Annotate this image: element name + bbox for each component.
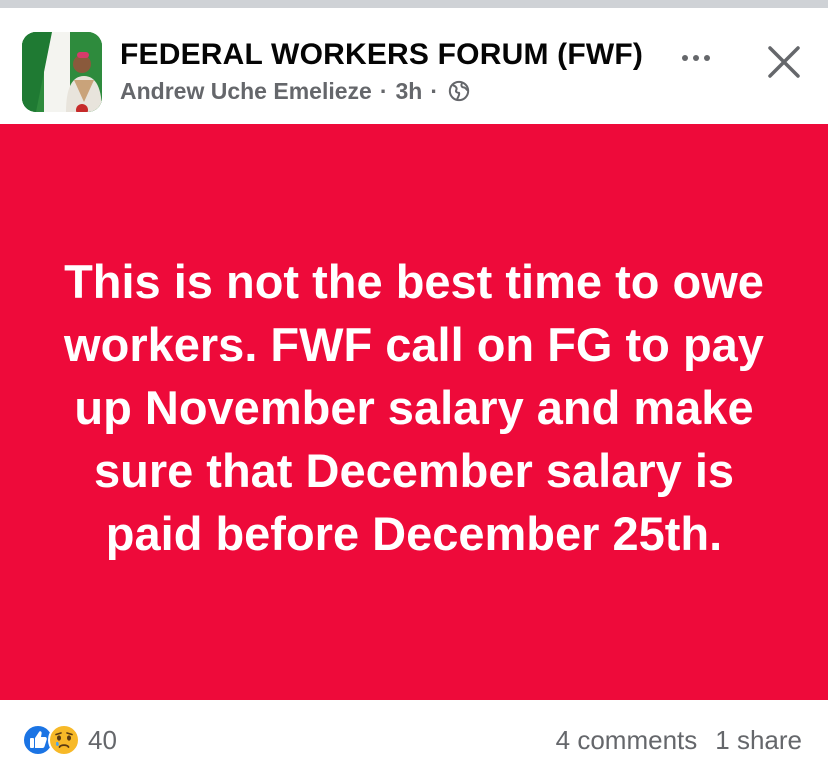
reactions-summary[interactable]: 40 <box>22 722 117 758</box>
post-timestamp[interactable]: 3h <box>395 78 422 105</box>
shares-count-link[interactable]: 1 share <box>715 725 802 756</box>
more-dot <box>704 55 710 61</box>
more-options-icon[interactable] <box>672 40 720 76</box>
post-meta: Andrew Uche Emelieze · 3h · <box>120 76 470 106</box>
engagement-counts: 4 comments 1 share <box>556 722 802 758</box>
post-header: FEDERAL WORKERS FORUM (FWF) Andrew Uche … <box>0 8 828 124</box>
more-dot <box>682 55 688 61</box>
reaction-count: 40 <box>88 724 117 755</box>
group-avatar[interactable] <box>22 32 102 112</box>
engagement-bar: 40 4 comments 1 share <box>0 700 828 780</box>
meta-separator: · <box>379 77 388 104</box>
group-name-link[interactable]: FEDERAL WORKERS FORUM (FWF) <box>120 38 643 72</box>
facebook-post: FEDERAL WORKERS FORUM (FWF) Andrew Uche … <box>0 0 828 780</box>
meta-separator: · <box>430 77 438 104</box>
avatar-image <box>22 32 102 112</box>
post-text-background: This is not the best time to owe workers… <box>0 124 828 700</box>
feed-divider <box>0 0 828 8</box>
author-name-link[interactable]: Andrew Uche Emelieze <box>120 78 372 105</box>
comments-count-link[interactable]: 4 comments <box>556 725 698 756</box>
more-dot <box>693 55 699 61</box>
globe-icon[interactable] <box>448 80 470 102</box>
sad-icon <box>48 724 80 756</box>
post-message: This is not the best time to owe workers… <box>64 254 764 560</box>
close-icon[interactable] <box>760 38 808 86</box>
